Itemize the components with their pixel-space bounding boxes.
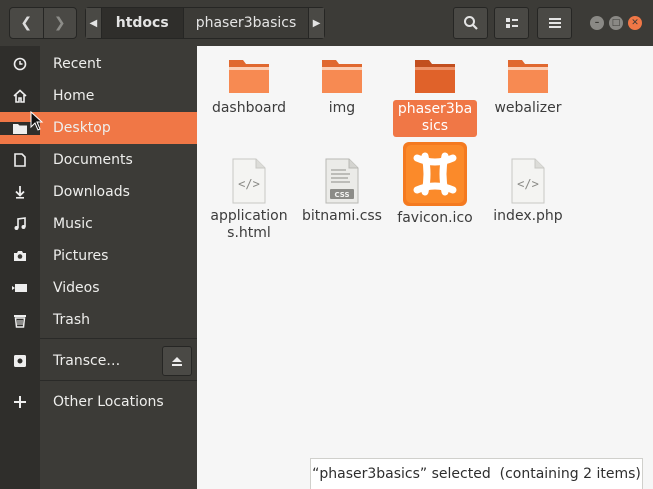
sidebar-item-label: Trash [53,312,90,328]
camera-icon [0,250,40,262]
svg-text:</>: </> [238,177,260,191]
folder-icon [322,60,362,93]
minimize-icon: – [594,18,600,28]
sidebar-item-trash[interactable]: Trash [0,304,197,336]
eject-icon [172,356,182,366]
sidebar-item-downloads[interactable]: Downloads [0,176,197,208]
mouse-cursor-icon [30,111,44,131]
video-icon [0,283,40,293]
file-item-bitnami-css[interactable]: CSS bitnami.css [296,158,388,225]
sidebar-item-label: Desktop [53,120,111,136]
chevron-left-icon: ❮ [20,15,33,31]
drive-icon [0,354,40,368]
sidebar-item-label: Home [53,88,95,104]
sidebar-item-documents[interactable]: Documents [0,144,197,176]
sidebar-item-label: Downloads [53,184,130,200]
sidebar-separator [40,338,197,339]
sidebar-item-label: Documents [53,152,133,168]
file-name: bitnami.css [302,208,382,224]
file-item-dashboard[interactable]: dashboard [203,56,295,117]
maximize-button[interactable]: □ [609,16,623,30]
navigation-buttons: ❮ ❯ [9,7,77,39]
file-name: applications.html [210,208,288,241]
path-segment-phaser3basics[interactable]: phaser3basics [184,8,309,38]
file-item-phaser3basics[interactable]: phaser3basics [389,56,481,137]
path-scroll-left-button[interactable]: ◀ [86,8,101,38]
path-bar: ◀ htdocs phaser3basics ▶ [85,7,325,39]
status-bar: “phaser3basics” selected (containing 2 i… [310,458,643,489]
folder-icon [508,60,548,93]
view-toggle-button[interactable] [494,7,529,39]
back-button[interactable]: ❮ [10,8,43,38]
sidebar-item-label: Other Locations [53,394,164,410]
download-icon [0,185,40,199]
forward-button[interactable]: ❯ [42,8,77,38]
menu-button[interactable] [537,7,572,39]
minimize-button[interactable]: – [590,16,604,30]
folder-icon [229,60,269,93]
html-file-icon: </> [232,158,266,204]
plus-icon [0,396,40,408]
sidebar-item-other-locations[interactable]: Other Locations [0,386,197,418]
eject-button[interactable] [162,346,192,376]
file-item-favicon-ico[interactable]: favicon.ico [389,142,481,227]
file-name: index.php [493,208,563,224]
trash-icon [0,313,40,328]
sidebar-item-label: Videos [53,280,100,296]
search-button[interactable] [453,7,488,39]
clock-icon [0,57,40,71]
path-segment-htdocs[interactable]: htdocs [100,8,184,38]
triangle-left-icon: ◀ [89,17,98,29]
file-item-img[interactable]: img [296,56,388,117]
file-name: img [328,100,356,116]
file-name: favicon.ico [397,210,473,226]
maximize-icon: □ [611,18,621,28]
xampp-logo-icon [403,142,467,206]
sidebar-separator [40,380,197,381]
sidebar-item-recent[interactable]: Recent [0,48,197,80]
php-file-icon: </> [511,158,545,204]
sidebar-item-label: Transce… [53,353,121,369]
svg-text:CSS: CSS [334,191,349,199]
home-icon [0,89,40,103]
music-icon [0,217,40,231]
list-view-icon [505,18,518,28]
sidebar-item-pictures[interactable]: Pictures [0,240,197,272]
file-name: phaser3basics [393,100,477,137]
close-button[interactable]: ✕ [628,16,642,30]
chevron-right-icon: ❯ [53,15,66,31]
sidebar-item-label: Recent [53,56,102,72]
header-bar: ❮ ❯ ◀ htdocs phaser3basics ▶ – □ ✕ [0,0,653,46]
sidebar-item-music[interactable]: Music [0,208,197,240]
file-item-applications-html[interactable]: </> applications.html [203,158,295,242]
css-file-icon: CSS [325,158,359,204]
svg-text:</>: </> [517,177,539,191]
file-name: webalizer [494,100,562,116]
sidebar-item-label: Music [53,216,93,232]
folder-icon [415,60,455,93]
document-icon [0,153,40,167]
sidebar-item-label: Pictures [53,248,109,264]
triangle-right-icon: ▶ [312,17,321,29]
search-icon [463,16,478,30]
file-item-index-php[interactable]: </> index.php [482,158,574,225]
hamburger-menu-icon [548,18,561,28]
sidebar-item-home[interactable]: Home [0,80,197,112]
status-text: “phaser3basics” selected (containing 2 i… [312,466,641,482]
close-icon: ✕ [631,18,639,28]
path-scroll-right-button[interactable]: ▶ [308,8,324,38]
file-name: dashboard [211,100,287,116]
sidebar-item-videos[interactable]: Videos [0,272,197,304]
file-item-webalizer[interactable]: webalizer [482,56,574,117]
